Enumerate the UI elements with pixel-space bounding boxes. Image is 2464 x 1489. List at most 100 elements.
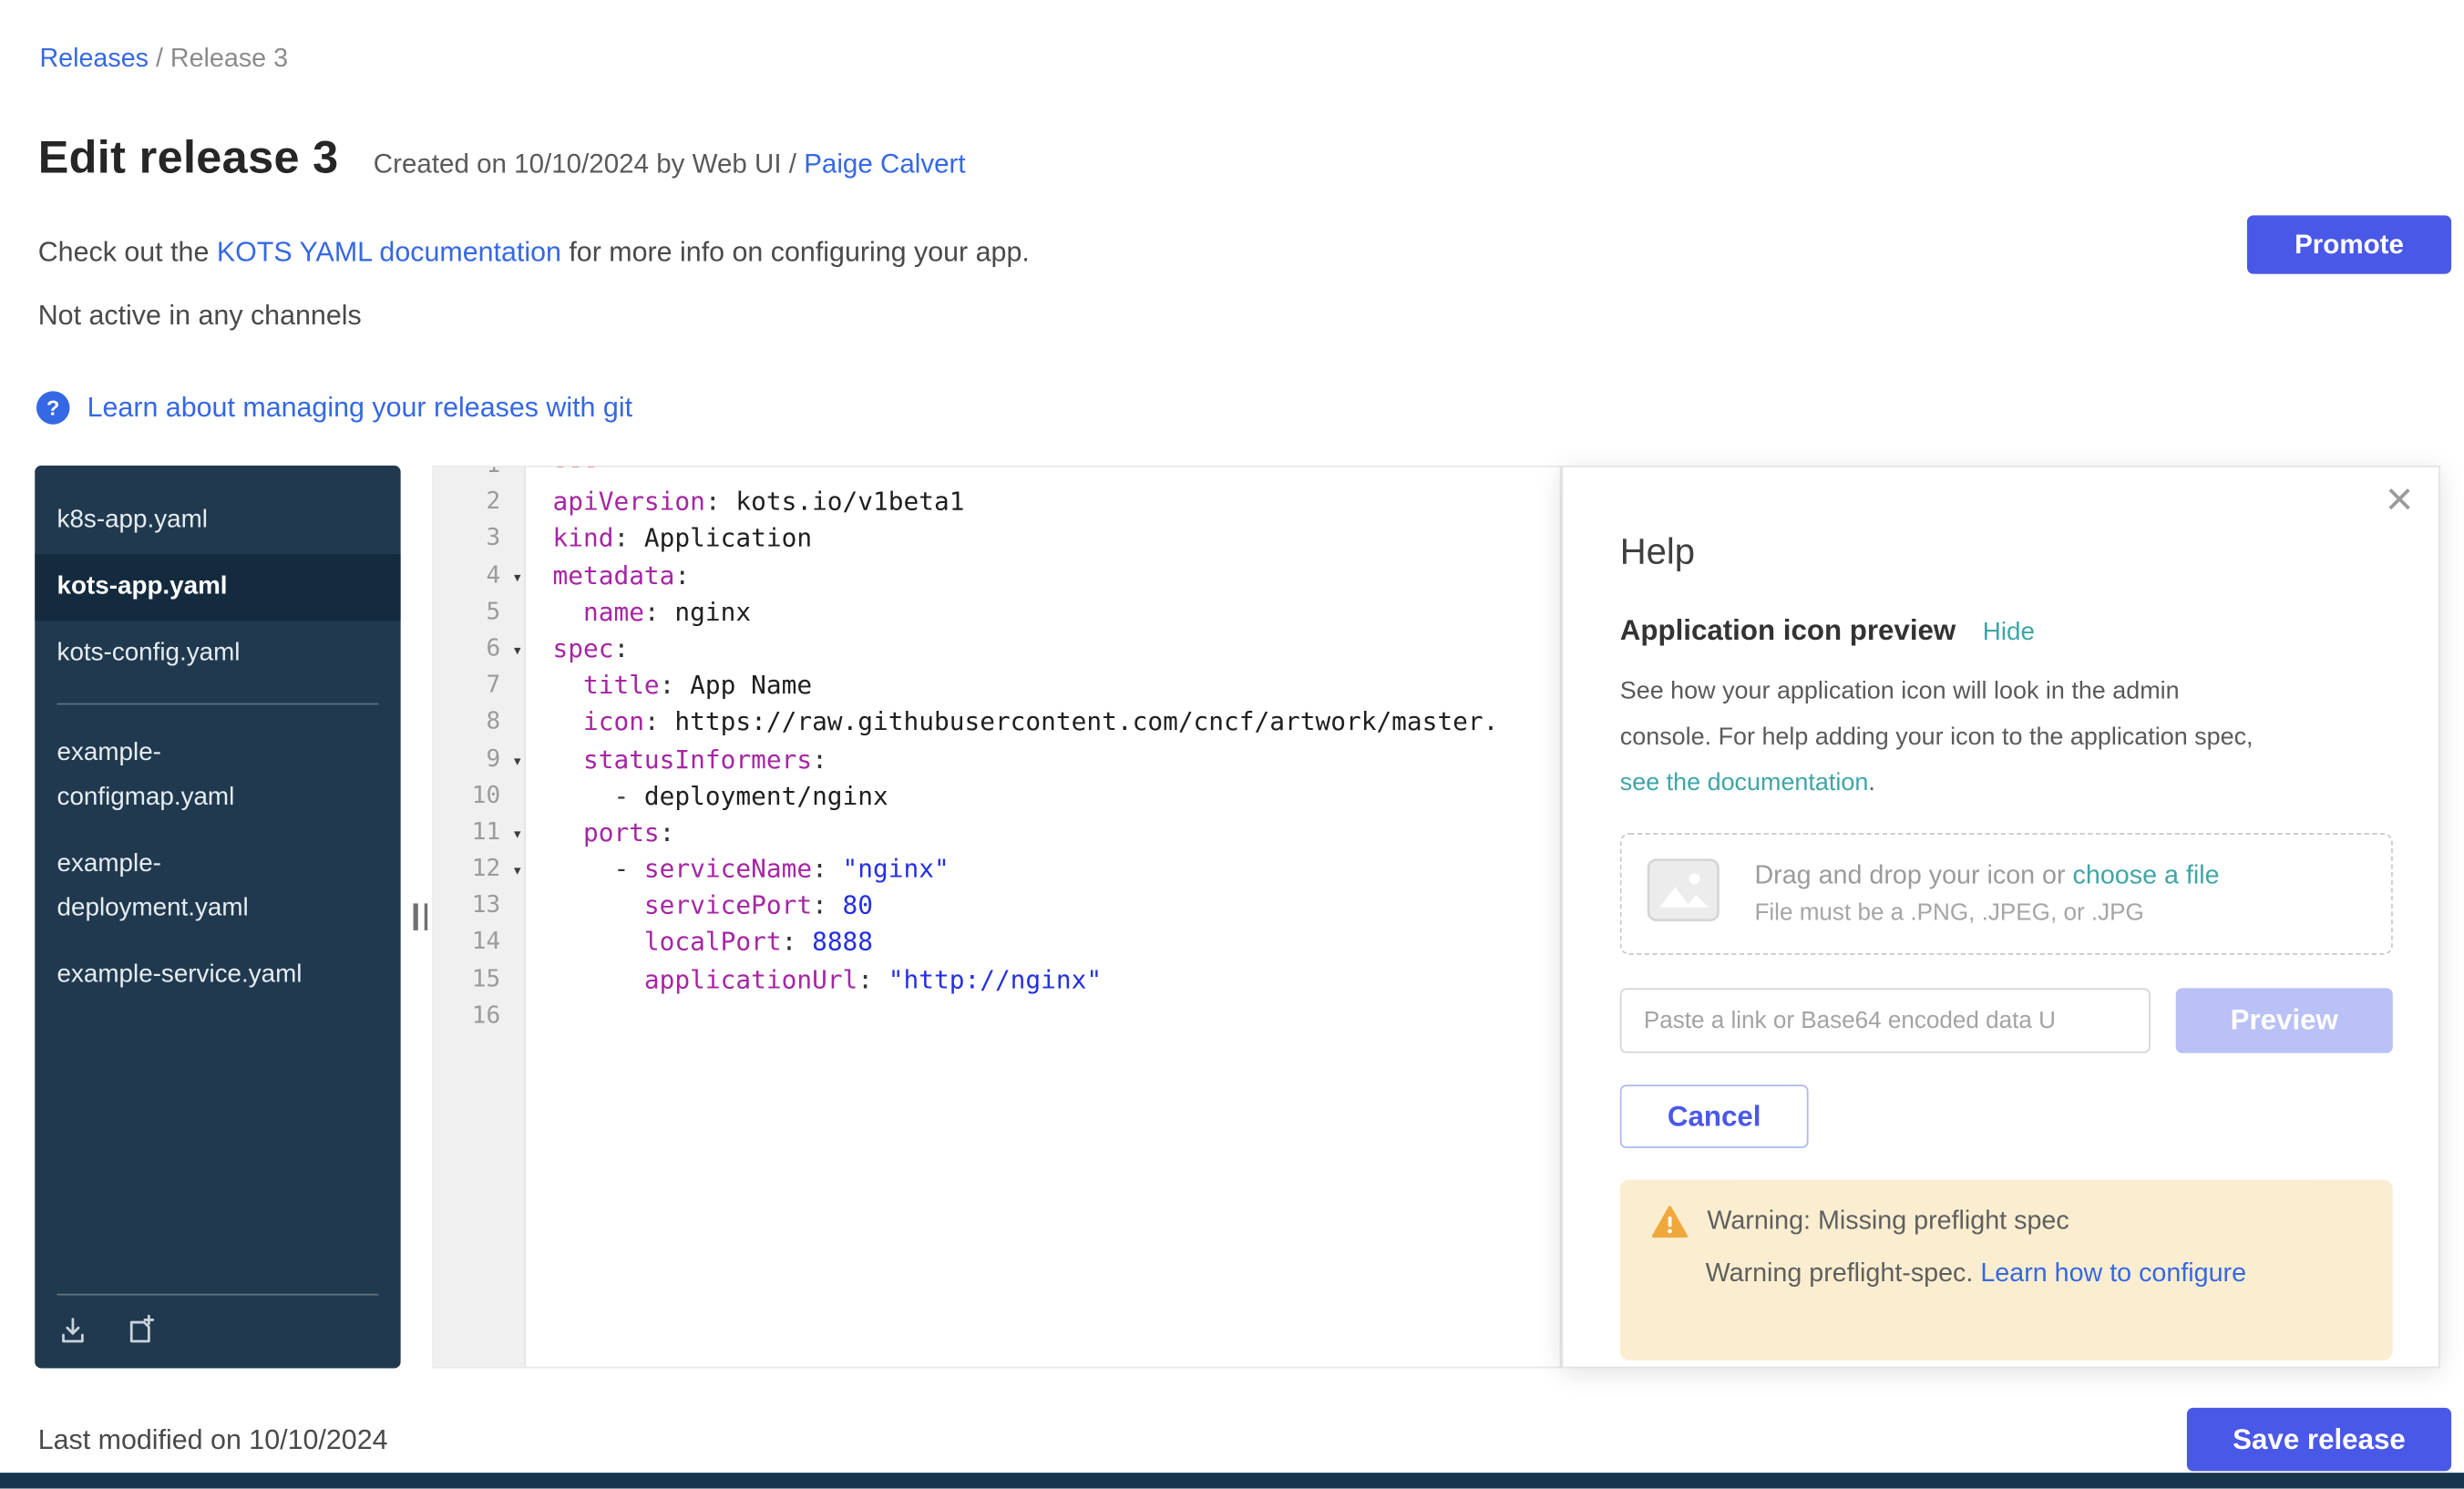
description-line: console. For help adding your icon to th… <box>1620 714 2393 760</box>
author-link[interactable]: Paige Calvert <box>804 149 965 179</box>
code-line[interactable]: 3kind: Application <box>434 520 1560 557</box>
see-documentation-link[interactable]: see the documentation <box>1620 770 1869 797</box>
code-line[interactable]: 12▾ - serviceName: "nginx" <box>434 850 1560 887</box>
close-icon[interactable]: × <box>2386 477 2413 524</box>
code-line-content: metadata: <box>526 557 1560 593</box>
code-line-content: kind: Application <box>526 520 1560 557</box>
help-panel: × Help Application icon preview Hide See… <box>1561 466 2439 1369</box>
warning-icon <box>1652 1205 1689 1237</box>
code-line[interactable]: 14 localPort: 8888 <box>434 924 1560 960</box>
dropzone-text: Drag and drop your icon or choose a file… <box>1754 861 2219 926</box>
line-number: 16 <box>434 997 526 1033</box>
fold-arrow-icon[interactable]: ▾ <box>512 632 523 668</box>
last-modified: Last modified on 10/10/2024 <box>38 1422 388 1455</box>
file-tree-divider <box>57 703 379 705</box>
code-line[interactable]: 15 applicationUrl: "http://nginx" <box>434 960 1560 997</box>
code-editor[interactable]: 1---2apiVersion: kots.io/v1beta13kind: A… <box>432 466 1561 1369</box>
cancel-button[interactable]: Cancel <box>1620 1084 1809 1148</box>
line-number: 15 <box>434 960 526 997</box>
code-line-content: servicePort: 80 <box>526 888 1560 924</box>
code-line[interactable]: 2apiVersion: kots.io/v1beta1 <box>434 483 1560 519</box>
code-line[interactable]: 4▾metadata: <box>434 557 1560 593</box>
release-editor-area: k8s-app.yamlkots-app.yamlkots-config.yam… <box>35 466 2440 1369</box>
code-line[interactable]: 16 <box>434 997 1560 1033</box>
code-line[interactable]: 5 name: nginx <box>434 593 1560 630</box>
kots-yaml-doc-link[interactable]: KOTS YAML documentation <box>217 236 561 268</box>
fold-arrow-icon[interactable]: ▾ <box>512 852 523 888</box>
description-period: . <box>1868 770 1874 797</box>
page: Releases / Release 3 Edit release 3 Crea… <box>0 0 2464 1489</box>
help-title: Help <box>1620 530 2393 573</box>
line-number: 6▾ <box>434 631 526 667</box>
import-file-icon[interactable] <box>57 1314 89 1346</box>
code-line-content <box>526 997 1560 1033</box>
file-tree: k8s-app.yamlkots-app.yamlkots-config.yam… <box>35 466 400 1369</box>
code-line-content: statusInformers: <box>526 740 1560 776</box>
code-line[interactable]: 10 - deployment/nginx <box>434 777 1560 814</box>
code-line-content: --- <box>526 466 1560 483</box>
code-line[interactable]: 8 icon: https://raw.githubusercontent.co… <box>434 703 1560 740</box>
page-title: Edit release 3 <box>38 133 339 185</box>
code-line-content: localPort: 8888 <box>526 924 1560 960</box>
code-line[interactable]: 1--- <box>434 466 1560 483</box>
warning-detail: Warning preflight-spec. Learn how to con… <box>1706 1259 2361 1289</box>
code-line[interactable]: 13 servicePort: 80 <box>434 888 1560 924</box>
breadcrumb: Releases / Release 3 <box>39 45 288 75</box>
file-tree-item[interactable]: kots-app.yaml <box>35 554 400 621</box>
created-line: Created on 10/10/2024 by Web UI / Paige … <box>374 149 966 180</box>
line-number: 11▾ <box>434 814 526 850</box>
code-line-content: icon: https://raw.githubusercontent.com/… <box>526 703 1560 740</box>
git-help-link[interactable]: Learn about managing your releases with … <box>87 391 632 424</box>
footer: Last modified on 10/10/2024 Save release <box>38 1408 2451 1472</box>
line-number: 9▾ <box>434 740 526 776</box>
choose-file-link[interactable]: choose a file <box>2073 861 2220 889</box>
code-line-content: title: App Name <box>526 667 1560 703</box>
warning-detail-text: Warning preflight-spec. <box>1706 1259 1981 1288</box>
line-number: 10 <box>434 777 526 814</box>
image-icon <box>1647 858 1720 929</box>
promote-button[interactable]: Promote <box>2247 215 2451 273</box>
fold-arrow-icon[interactable]: ▾ <box>512 742 523 778</box>
icon-preview-description: See how your application icon will look … <box>1620 668 2393 806</box>
breadcrumb-releases-link[interactable]: Releases <box>39 45 149 73</box>
code-line-content: applicationUrl: "http://nginx" <box>526 960 1560 997</box>
warning-title: Warning: Missing preflight spec <box>1707 1207 2069 1237</box>
icon-url-row: Preview <box>1620 988 2393 1053</box>
file-type-hint: File must be a .PNG, .JPEG, or .JPG <box>1754 899 2219 927</box>
file-tree-item[interactable]: k8s-app.yaml <box>35 488 400 554</box>
preview-button[interactable]: Preview <box>2176 988 2393 1053</box>
configure-link[interactable]: Learn how to configure <box>1980 1259 2246 1288</box>
line-number: 13 <box>434 888 526 924</box>
breadcrumb-current: / Release 3 <box>149 45 288 73</box>
code-line[interactable]: 6▾spec: <box>434 631 1560 667</box>
created-text: Created on 10/10/2024 by Web UI / <box>374 149 804 179</box>
fold-arrow-icon[interactable]: ▾ <box>512 816 523 852</box>
code-line[interactable]: 11▾ ports: <box>434 814 1560 850</box>
file-tree-item[interactable]: example-deployment.yaml <box>35 831 400 942</box>
line-number: 2 <box>434 483 526 519</box>
line-number: 8 <box>434 703 526 740</box>
file-tree-item[interactable]: kots-config.yaml <box>35 621 400 687</box>
doc-hint-prefix: Check out the <box>38 236 217 268</box>
code-line-content: - deployment/nginx <box>526 777 1560 814</box>
question-icon: ? <box>36 391 69 424</box>
hide-link[interactable]: Hide <box>1983 619 2035 647</box>
dropzone-label: Drag and drop your icon or <box>1754 861 2072 889</box>
line-number: 3 <box>434 520 526 557</box>
line-number: 1 <box>434 466 526 483</box>
file-tree-item[interactable]: example-service.yaml <box>35 942 400 1009</box>
save-release-button[interactable]: Save release <box>2187 1408 2451 1472</box>
file-tree-item[interactable]: example-configmap.yaml <box>35 721 400 832</box>
icon-url-input[interactable] <box>1620 988 2151 1053</box>
line-number: 7 <box>434 667 526 703</box>
code-line[interactable]: 7 title: App Name <box>434 667 1560 703</box>
code-line[interactable]: 9▾ statusInformers: <box>434 740 1560 776</box>
file-tree-list: k8s-app.yamlkots-app.yamlkots-config.yam… <box>35 488 400 1009</box>
code-line-content: ports: <box>526 814 1560 850</box>
icon-dropzone[interactable]: Drag and drop your icon or choose a file… <box>1620 833 2393 955</box>
code-line-content: - serviceName: "nginx" <box>526 850 1560 887</box>
fold-arrow-icon[interactable]: ▾ <box>512 559 523 595</box>
resize-handle-left[interactable] <box>414 903 428 930</box>
new-file-icon[interactable] <box>124 1314 159 1346</box>
code-line-content: apiVersion: kots.io/v1beta1 <box>526 483 1560 519</box>
